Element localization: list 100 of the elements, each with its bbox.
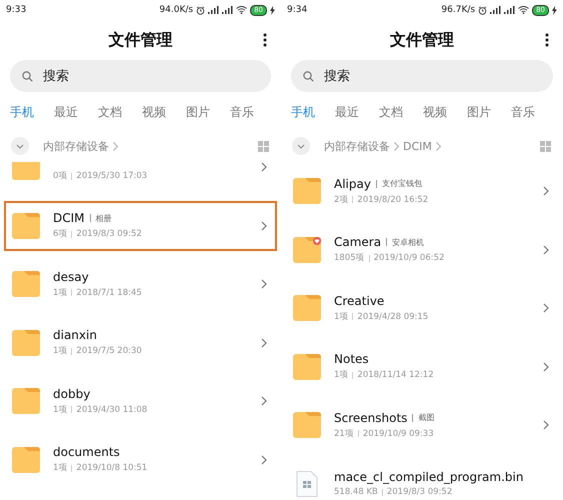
list-row[interactable]: dianxin 1项 2019/7/5 20:30 [0,314,281,372]
item-name: Creative [334,294,384,308]
item-name: dianxin [53,328,97,342]
search-field[interactable]: 搜索 [291,60,553,92]
chevron-icon [543,186,549,196]
item-tag: 安卓相机 [392,236,424,248]
network-speed: 94.0K/s [159,5,194,15]
collapse-button[interactable] [11,137,29,155]
item-info: 1项 [53,345,68,358]
item-info: 0项 [53,170,68,182]
app-title: 文件管理 [108,30,172,50]
list-row[interactable]: Alipay 支付宝钱包 2项 2019/8/20 16:52 [281,162,563,220]
item-tag: 支付宝钱包 [382,178,422,190]
network-speed: 96.7K/s [441,5,476,15]
item-date: 2019/10/9 09:33 [362,428,434,439]
breadcrumb-item[interactable]: 内部存储设备 [324,138,390,154]
item-info: 1805项 [334,252,365,264]
chevron-down-icon [16,144,24,148]
status-time: 9:34 [287,5,308,15]
item-name: Alipay [334,176,371,191]
more-menu-icon[interactable] [545,33,549,47]
chevron-icon [113,142,118,150]
category-tab[interactable]: 手机 [291,104,315,120]
item-date: 2018/7/1 18:45 [76,288,142,298]
category-tab[interactable]: 视频 [142,104,166,120]
chevron-icon [543,303,549,314]
grid-view-icon[interactable] [258,140,269,152]
list-row[interactable]: dobby 1项 2019/4/30 11:08 [0,372,281,430]
category-tab[interactable]: 图片 [186,104,210,120]
item-name: DCIM [53,211,85,226]
chevron-icon [261,454,267,465]
item-date: 2019/8/3 09:52 [386,487,452,498]
item-tag: 截图 [418,412,434,424]
signal-icon [490,6,502,14]
item-tag: 相册 [96,212,112,224]
item-date: 2019/8/20 16:52 [357,194,428,205]
status-time: 9:33 [6,5,28,15]
search-field[interactable]: 搜索 [10,60,271,92]
grid-view-icon[interactable] [540,140,551,152]
item-date: 2019/7/5 20:30 [76,346,142,356]
collapse-button[interactable] [292,137,310,155]
list-row[interactable]: Notes 1项 2018/11/14 12:12 [281,338,563,396]
item-date: 2019/4/30 11:08 [76,404,148,415]
category-tab[interactable]: 最近 [335,104,359,120]
item-info: 6项 [53,228,68,240]
chevron-icon [436,142,441,150]
breadcrumb-item[interactable]: DCIM [403,140,432,152]
item-date: 2019/8/3 09:52 [76,229,142,240]
item-name: Camera [334,235,382,250]
highlighted-folder-row[interactable]: DCIM 相册 6项 2019/8/3 09:52 [0,196,281,255]
item-info: 518.48 KB [334,487,378,498]
chevron-icon [543,244,549,255]
item-info: 1项 [53,462,68,474]
item-name: documents [53,445,120,460]
list-row[interactable]: 0项 2019/5/30 17:03 [0,162,281,196]
item-info: 1项 [334,369,348,382]
folder-icon [12,162,40,180]
chevron-down-icon [297,144,305,148]
item-date: 2019/4/28 09:15 [357,312,428,322]
category-tab[interactable]: 视频 [423,104,447,120]
item-info: 1项 [334,310,348,323]
item-name: dobby [53,386,90,401]
item-info: 1项 [53,404,68,416]
category-tab[interactable]: 文档 [379,104,403,120]
item-name: Screenshots [334,410,408,425]
category-tab[interactable]: 图片 [467,104,491,120]
charging-icon [270,6,275,14]
item-name: Notes [334,352,369,366]
chevron-icon [394,142,399,150]
list-row[interactable]: documents 1项 2019/10/8 10:51 [0,430,281,489]
app-title: 文件管理 [390,30,454,50]
chevron-icon [543,362,549,372]
item-info: 1项 [53,286,68,299]
list-row[interactable]: mace_cl_compiled_program.bin 518.48 KB 2019/8/3 09:52 [281,454,563,500]
chevron-icon [261,220,267,231]
category-tab[interactable]: 音乐 [230,104,254,120]
item-date: 2018/11/14 12:12 [357,370,434,380]
alarm-icon [196,6,206,14]
signal-icon [208,6,220,14]
item-info: 21项 [334,428,354,440]
category-tab[interactable]: 手机 [10,104,34,120]
category-tab[interactable]: 音乐 [511,104,535,120]
category-tab[interactable]: 文档 [98,104,122,120]
more-menu-icon[interactable] [263,33,267,47]
signal-icon [504,6,516,14]
item-info: 2项 [334,194,348,206]
chevron-icon [261,338,267,348]
list-row[interactable]: Camera 安卓相机 1805项 2019/10/9 06:52 [281,220,563,279]
list-row[interactable]: desay 1项 2018/7/1 18:45 [0,255,281,314]
category-tab[interactable]: 最近 [54,104,78,120]
wifi-icon [236,6,248,14]
alarm-icon [478,6,488,14]
chevron-icon [261,279,267,290]
wifi-icon [518,6,530,14]
item-name: desay [53,270,89,284]
list-row[interactable]: Screenshots 截图 21项 2019/10/9 09:33 [281,396,563,454]
chevron-icon [261,396,267,406]
charging-icon [552,6,557,14]
breadcrumb-item[interactable]: 内部存储设备 [43,138,109,154]
list-row[interactable]: Creative 1项 2019/4/28 09:15 [281,279,563,338]
